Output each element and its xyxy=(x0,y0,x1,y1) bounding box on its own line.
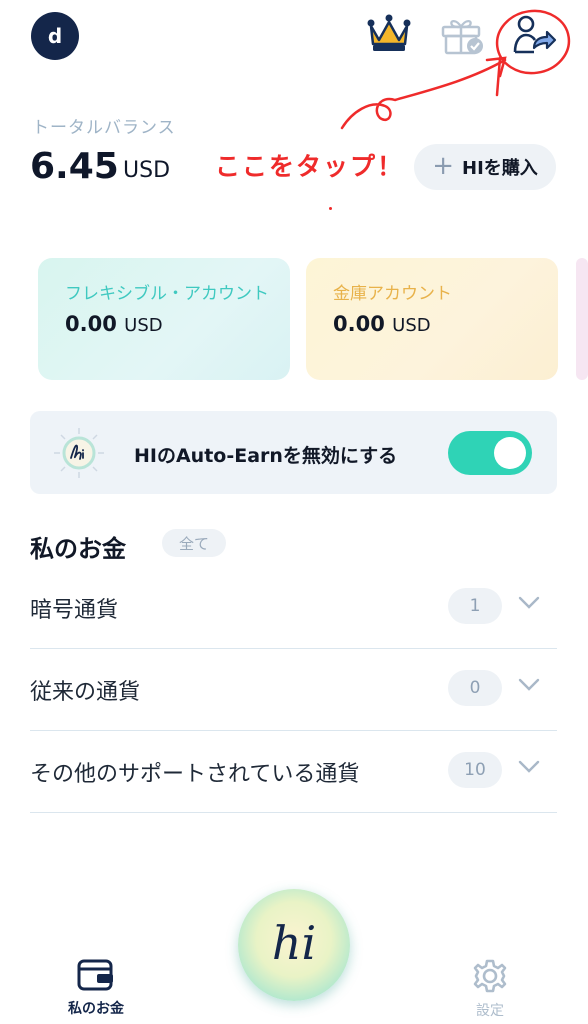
card-amount: 0.00 USD xyxy=(333,312,431,336)
balance-label: トータルバランス xyxy=(32,118,176,138)
currency-row-other[interactable]: その他のサポートされている通貨 10 xyxy=(30,730,557,813)
card-title: フレキシブル・アカウント xyxy=(65,284,269,304)
chevron-down-icon[interactable] xyxy=(518,596,540,610)
vault-account-card[interactable]: 金庫アカウント 0.00 USD xyxy=(306,258,558,380)
row-label: 暗号通貨 xyxy=(30,598,119,623)
currency-row-crypto[interactable]: 暗号通貨 1 xyxy=(30,566,557,649)
hi-center-button[interactable]: hi xyxy=(238,889,350,1001)
currency-row-fiat[interactable]: 従来の通貨 0 xyxy=(30,648,557,731)
card-amount-unit: USD xyxy=(124,315,163,336)
chevron-down-icon[interactable] xyxy=(518,678,540,692)
card-title: 金庫アカウント xyxy=(333,284,452,304)
row-count-badge: 1 xyxy=(448,588,502,624)
gear-icon xyxy=(473,959,507,993)
auto-earn-label: HIのAuto-Earnを無効にする xyxy=(134,445,398,467)
my-money-title: 私のお金 xyxy=(30,535,126,563)
buy-hi-label: HIを購入 xyxy=(462,158,538,179)
buy-hi-button[interactable]: + HIを購入 xyxy=(414,144,556,190)
card-amount-unit: USD xyxy=(392,315,431,336)
annotation-text: ここをタップ！ xyxy=(215,152,405,181)
toggle-knob xyxy=(494,437,526,469)
row-count-badge: 10 xyxy=(448,752,502,788)
wallet-icon xyxy=(77,959,113,991)
auto-earn-panel: HIのAuto-Earnを無効にする xyxy=(30,411,557,494)
nav-my-money[interactable]: 私のお金 xyxy=(58,958,134,1018)
annotation-dot xyxy=(329,207,332,210)
card-amount-value: 0.00 xyxy=(333,312,385,336)
row-count-badge: 0 xyxy=(448,670,502,706)
next-account-card-peek[interactable] xyxy=(576,258,588,380)
card-amount: 0.00 USD xyxy=(65,312,163,336)
balance-unit: USD xyxy=(123,158,171,183)
chevron-down-icon[interactable] xyxy=(518,760,540,774)
nav-my-money-label: 私のお金 xyxy=(68,1001,124,1017)
auto-earn-toggle[interactable] xyxy=(448,431,532,475)
plus-icon: + xyxy=(432,150,455,181)
row-label: 従来の通貨 xyxy=(30,680,141,705)
balance-value: 6.45 xyxy=(30,146,119,187)
filter-all-chip[interactable]: 全て xyxy=(162,529,226,557)
hi-logo: hi xyxy=(271,916,317,970)
nav-settings-label: 設定 xyxy=(476,1003,504,1019)
row-label: その他のサポートされている通貨 xyxy=(30,762,360,787)
flexible-account-card[interactable]: フレキシブル・アカウント 0.00 USD xyxy=(38,258,290,380)
nav-settings[interactable]: 設定 xyxy=(452,958,528,1020)
hi-sparkle-icon xyxy=(52,426,106,480)
card-amount-value: 0.00 xyxy=(65,312,117,336)
